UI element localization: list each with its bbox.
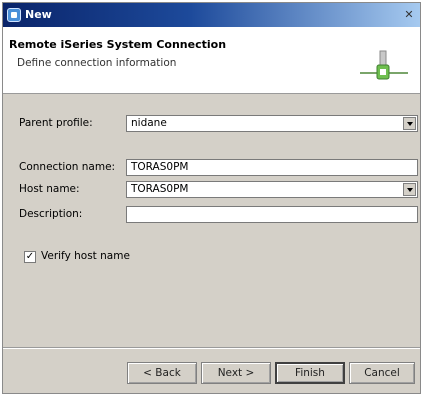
description-label: Description:	[19, 208, 83, 220]
button-separator	[3, 347, 420, 349]
cancel-button[interactable]: Cancel	[349, 362, 415, 384]
banner-title: Remote iSeries System Connection	[9, 38, 227, 51]
host-name-combo[interactable]: TORAS0PM	[126, 181, 418, 198]
new-connection-dialog: New ✕ Remote iSeries System Connection D…	[2, 2, 421, 394]
connection-name-label: Connection name:	[19, 161, 116, 173]
connection-name-value: TORAS0PM	[131, 161, 189, 173]
app-icon	[7, 8, 21, 22]
connection-wizard-icon	[360, 50, 408, 80]
close-icon[interactable]: ✕	[402, 7, 416, 22]
back-button[interactable]: < Back	[127, 362, 197, 384]
host-name-label: Host name:	[19, 183, 80, 195]
banner-description: Define connection information	[17, 57, 177, 69]
title-bar[interactable]: New ✕	[3, 3, 420, 27]
verify-host-label: Verify host name	[41, 250, 130, 262]
connection-name-input[interactable]: TORAS0PM	[126, 159, 418, 176]
finish-button[interactable]: Finish	[275, 362, 345, 384]
window-title: New	[25, 8, 52, 21]
next-button[interactable]: Next >	[201, 362, 271, 384]
parent-profile-combo[interactable]: nidane	[126, 115, 418, 132]
description-input[interactable]	[126, 206, 418, 223]
chevron-down-icon[interactable]	[403, 183, 416, 196]
parent-profile-value: nidane	[131, 117, 167, 129]
wizard-banner: Remote iSeries System Connection Define …	[3, 27, 420, 94]
host-name-value: TORAS0PM	[131, 183, 189, 195]
chevron-down-icon[interactable]	[403, 117, 416, 130]
parent-profile-label: Parent profile:	[19, 117, 93, 129]
verify-host-checkbox[interactable]: ✓	[24, 251, 36, 263]
